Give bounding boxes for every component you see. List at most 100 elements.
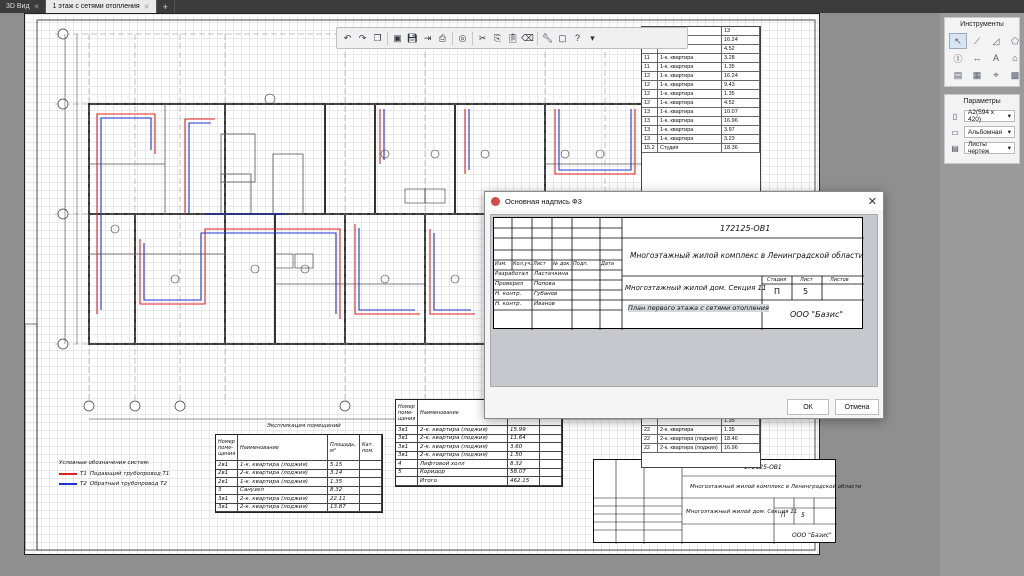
table-cell: 1-к. квартира — [658, 125, 722, 135]
tab-bar: 3D Вид ✕ 1 этаж с сетями отопления ✕ + — [0, 0, 1024, 13]
sheet-label: Лист — [800, 277, 813, 283]
stamp-name[interactable]: Губанов — [534, 291, 557, 297]
tab-3d-view[interactable]: 3D Вид ✕ — [0, 0, 47, 13]
table-cell: 3в1 — [396, 425, 418, 434]
copy-icon[interactable]: ⎘ — [490, 31, 505, 46]
cut-icon[interactable]: ✂ — [475, 31, 490, 46]
cursor-icon[interactable]: ↖ — [949, 33, 967, 49]
close-icon[interactable]: ✕ — [144, 3, 150, 11]
stamp-sheet-title[interactable]: План первого этажа с сетями отопления — [628, 304, 769, 312]
table-cell — [360, 477, 382, 486]
tab-label: 1 этаж с сетями отопления — [52, 3, 140, 10]
header-cell: Наименование — [238, 434, 328, 461]
rooms-list-table-lower: 1.35 22 2-к. квартира 1.35 22 2-к. квартира (… — [641, 416, 761, 468]
table-cell: 1-к. квартира (лоджия) — [238, 477, 328, 486]
table-cell: 1-к. квартира — [658, 53, 722, 63]
table-cell: 2-к. квартира (лоджия) — [658, 443, 722, 453]
help-icon[interactable]: ? — [570, 31, 585, 46]
stamp-org[interactable]: ООО "Базис" — [790, 310, 843, 319]
note-icon[interactable]: ⌂ — [1006, 50, 1024, 66]
table-row: 15.2 Студия 18.36 — [642, 143, 760, 153]
table-cell — [540, 434, 562, 443]
chevron-down-icon: ▾ — [1007, 113, 1011, 120]
grid-icon[interactable]: ▩ — [1006, 67, 1024, 83]
undo-icon[interactable]: ↶ — [340, 31, 355, 46]
stamp-role[interactable]: Проверил — [495, 281, 523, 287]
sheets-icon: ▤ — [951, 143, 959, 153]
paste-icon[interactable]: 📋︎ — [505, 31, 520, 46]
text-icon[interactable]: A — [987, 50, 1005, 66]
table-cell: 3.60 — [508, 442, 540, 451]
tab-label: 3D Вид — [6, 3, 30, 10]
close-icon[interactable]: ✕ — [868, 195, 877, 208]
stamp-building: Многоэтажный жилой дом. Секция 11 — [625, 284, 767, 292]
stamp-name[interactable]: Ластачкина — [534, 271, 568, 277]
stamp-name[interactable]: Попова — [534, 281, 555, 287]
legend-item-return: Т2 Обратный трубопровод Т2 — [59, 481, 167, 487]
redo-icon[interactable]: ↷ — [355, 31, 370, 46]
sheets-value: Листы чертеж — [968, 141, 990, 155]
stamp-role[interactable]: Н. контр. — [495, 301, 521, 307]
header-cell: Площадь, м² — [328, 434, 360, 461]
title-sheet-number: 5 — [801, 512, 805, 519]
leader-icon[interactable]: ⌖ — [987, 67, 1005, 83]
table-cell: Лифтовой холл — [418, 459, 508, 468]
orientation-value: Альбомная — [968, 128, 1003, 136]
table-cell: 13 — [642, 116, 658, 126]
chevron-down-icon: ▾ — [1007, 129, 1011, 136]
table-icon[interactable]: ▦ — [968, 67, 986, 83]
table-cell: 11 — [642, 53, 658, 63]
table-cell — [540, 468, 562, 477]
format-value: A2(594 x 420) — [968, 109, 995, 123]
table-cell: 2-к. квартира (лоджия) — [238, 469, 328, 478]
table-header: Номер поме- щения Наименование Площадь, … — [216, 434, 382, 461]
layers-icon[interactable]: ❐ — [370, 31, 385, 46]
stamp-name[interactable]: Иванов — [534, 301, 555, 307]
stamp-sheet-number[interactable]: 5 — [803, 287, 808, 296]
close-icon[interactable]: ✕ — [34, 3, 40, 11]
tab-floor-1[interactable]: 1 этаж с сетями отопления ✕ — [46, 0, 157, 13]
table-row: Итого 462.15 — [396, 476, 562, 486]
export-icon[interactable]: ⇥ — [420, 31, 435, 46]
sheets-select[interactable]: Листы чертеж ▾ — [964, 141, 1015, 155]
stamp-role[interactable]: Разработал — [495, 271, 528, 277]
save-icon[interactable]: 💾︎ — [405, 31, 420, 46]
table-cell: 2-к. квартира (лоджия) — [418, 442, 508, 451]
stamp-role[interactable]: Н. контр. — [495, 291, 521, 297]
globe-icon[interactable]: ◎ — [455, 31, 470, 46]
view-icon[interactable]: ▤ — [949, 67, 967, 83]
table-cell: 16.96 — [722, 443, 760, 453]
table-cell — [540, 425, 562, 434]
add-tab-button[interactable]: + — [157, 0, 175, 13]
open-icon[interactable]: ▣ — [390, 31, 405, 46]
format-select[interactable]: A2(594 x 420) ▾ — [964, 109, 1015, 123]
line-icon[interactable]: ⟋ — [968, 33, 986, 49]
app-logo-icon — [491, 196, 500, 206]
tool-grid: ↖ ⟋ ◿ ⬠ Ⓘ ↔ A ⌂ ▤ ▦ ⌖ ▩ — [945, 31, 1019, 85]
ok-button[interactable]: ОК — [787, 399, 829, 415]
dimension-icon[interactable]: ↔ — [968, 50, 986, 66]
table-cell: 3 — [216, 486, 238, 495]
table-cell: 12 — [642, 71, 658, 81]
stamp-stage[interactable]: П — [774, 287, 780, 296]
drawing-canvas[interactable]: Условные обозначения систем: Т1 Подающий… — [0, 13, 940, 576]
orientation-select[interactable]: Альбомная ▾ — [964, 126, 1015, 138]
table-cell: 2-к. квартира (лоджия) — [418, 434, 508, 443]
erase-icon[interactable]: ⌫ — [520, 31, 535, 46]
table-cell: 12 — [642, 80, 658, 90]
table-cell: 1.35 — [722, 425, 760, 435]
window-icon[interactable]: ▢ — [555, 31, 570, 46]
wrench-icon[interactable]: 🔧︎ — [540, 31, 555, 46]
table-cell: 1.35 — [328, 477, 360, 486]
print-icon[interactable]: ⎙ — [435, 31, 450, 46]
polyline-icon[interactable]: ◿ — [987, 33, 1005, 49]
shape-icon[interactable]: ⬠ — [1006, 33, 1024, 49]
legend-code: Т2 — [80, 481, 87, 487]
table-cell — [360, 494, 382, 503]
circle-text-icon[interactable]: Ⓘ — [949, 50, 967, 66]
format-row: ▯ A2(594 x 420) ▾ — [945, 108, 1019, 124]
cancel-button[interactable]: Отмена — [835, 399, 879, 415]
table-cell: 2в1 — [216, 477, 238, 486]
title-block: 172125-ОВ1 Многоэтажный жилой комплекс в… — [593, 459, 861, 544]
chevron-down-icon[interactable]: ▾ — [585, 31, 600, 46]
